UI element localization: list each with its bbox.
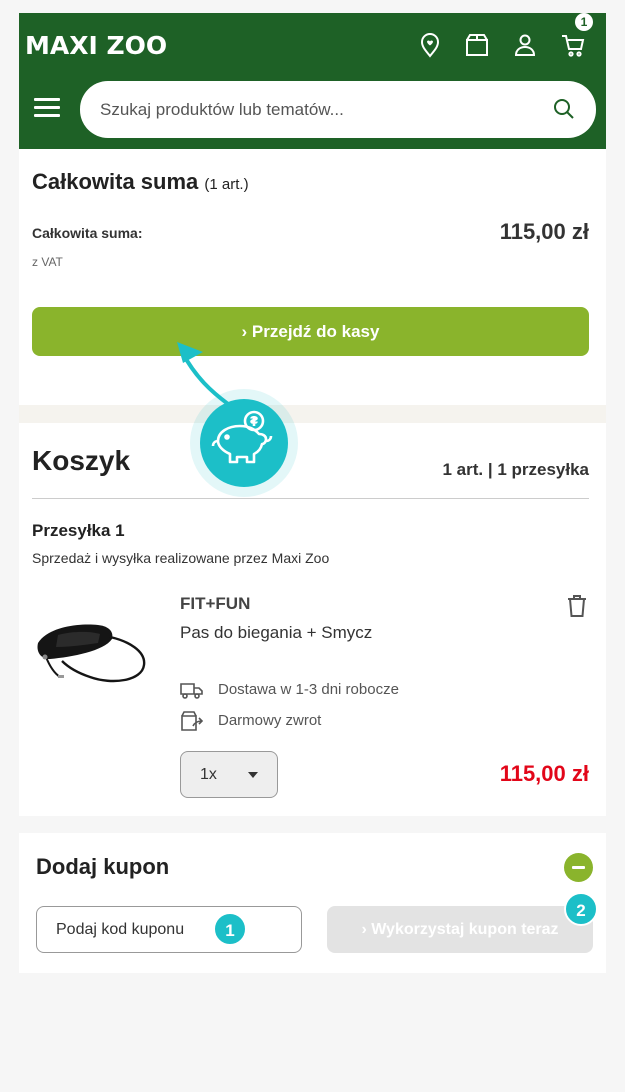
cart-meta: 1 art. | 1 przesyłka bbox=[442, 460, 589, 479]
free-return-icon bbox=[181, 711, 204, 731]
header: MAXI ZOO 1 Szukaj produktów lub tematów.… bbox=[19, 13, 606, 149]
total-value: 115,00 zł bbox=[499, 219, 589, 244]
summary-title: Całkowita suma (1 art.) bbox=[32, 169, 249, 195]
order-summary: Całkowita suma (1 art.) Całkowita suma: … bbox=[19, 149, 606, 405]
quantity-select[interactable]: 1x bbox=[180, 751, 278, 798]
apply-coupon-button[interactable]: › Wykorzystaj kupon teraz bbox=[327, 906, 593, 953]
coupon-section: Dodaj kupon Podaj kod kuponu › Wykorzyst… bbox=[19, 833, 606, 973]
divider bbox=[32, 498, 589, 499]
coupon-title: Dodaj kupon bbox=[36, 854, 170, 879]
section-separator bbox=[19, 405, 606, 423]
checkout-button[interactable]: › Przejdź do kasy bbox=[32, 307, 589, 356]
summary-item-count: (1 art.) bbox=[204, 176, 249, 193]
shopping-cart-icon[interactable] bbox=[559, 31, 587, 59]
section-separator bbox=[19, 816, 606, 833]
collapse-minus-icon[interactable] bbox=[564, 853, 593, 882]
search-input[interactable]: Szukaj produktów lub tematów... bbox=[100, 100, 344, 120]
coupon-input-placeholder: Podaj kod kuponu bbox=[56, 921, 185, 938]
product-price: 115,00 zł bbox=[499, 761, 589, 786]
package-box-icon[interactable] bbox=[463, 31, 491, 59]
summary-title-text: Całkowita suma bbox=[32, 169, 199, 194]
vat-note: z VAT bbox=[32, 255, 63, 269]
page-frame: MAXI ZOO 1 Szukaj produktów lub tematów.… bbox=[19, 13, 606, 973]
maxi-zoo-logo[interactable]: MAXI ZOO bbox=[25, 31, 167, 60]
tutorial-step-badge-1: 1 bbox=[213, 912, 247, 946]
search-bar[interactable]: Szukaj produktów lub tematów... bbox=[80, 81, 596, 138]
product-name[interactable]: Pas do biegania + Smycz bbox=[180, 623, 372, 643]
product-brand[interactable]: FIT+FUN bbox=[180, 594, 250, 614]
quantity-value: 1x bbox=[200, 766, 217, 783]
location-pin-icon[interactable] bbox=[416, 31, 444, 59]
chevron-down-icon bbox=[248, 772, 258, 778]
user-account-icon[interactable] bbox=[511, 31, 539, 59]
search-icon[interactable] bbox=[552, 97, 576, 121]
return-text: Darmowy zwrot bbox=[218, 712, 322, 729]
hamburger-menu-icon[interactable] bbox=[34, 98, 60, 118]
delivery-truck-icon bbox=[180, 683, 203, 699]
shipment-title: Przesyłka 1 bbox=[32, 521, 125, 540]
delivery-text: Dostawa w 1-3 dni robocze bbox=[218, 681, 399, 698]
shipment-seller-note: Sprzedaż i wysyłka realizowane przez Max… bbox=[32, 550, 330, 566]
total-label: Całkowita suma: bbox=[32, 225, 143, 241]
tutorial-step-badge-2: 2 bbox=[564, 892, 598, 926]
cart-section: Koszyk 1 art. | 1 przesyłka Przesyłka 1 … bbox=[19, 423, 606, 816]
coupon-code-input[interactable]: Podaj kod kuponu bbox=[36, 906, 302, 953]
cart-title: Koszyk bbox=[32, 445, 131, 476]
product-image[interactable] bbox=[32, 601, 152, 693]
cart-count-badge: 1 bbox=[575, 13, 593, 31]
trash-icon[interactable] bbox=[565, 593, 589, 619]
